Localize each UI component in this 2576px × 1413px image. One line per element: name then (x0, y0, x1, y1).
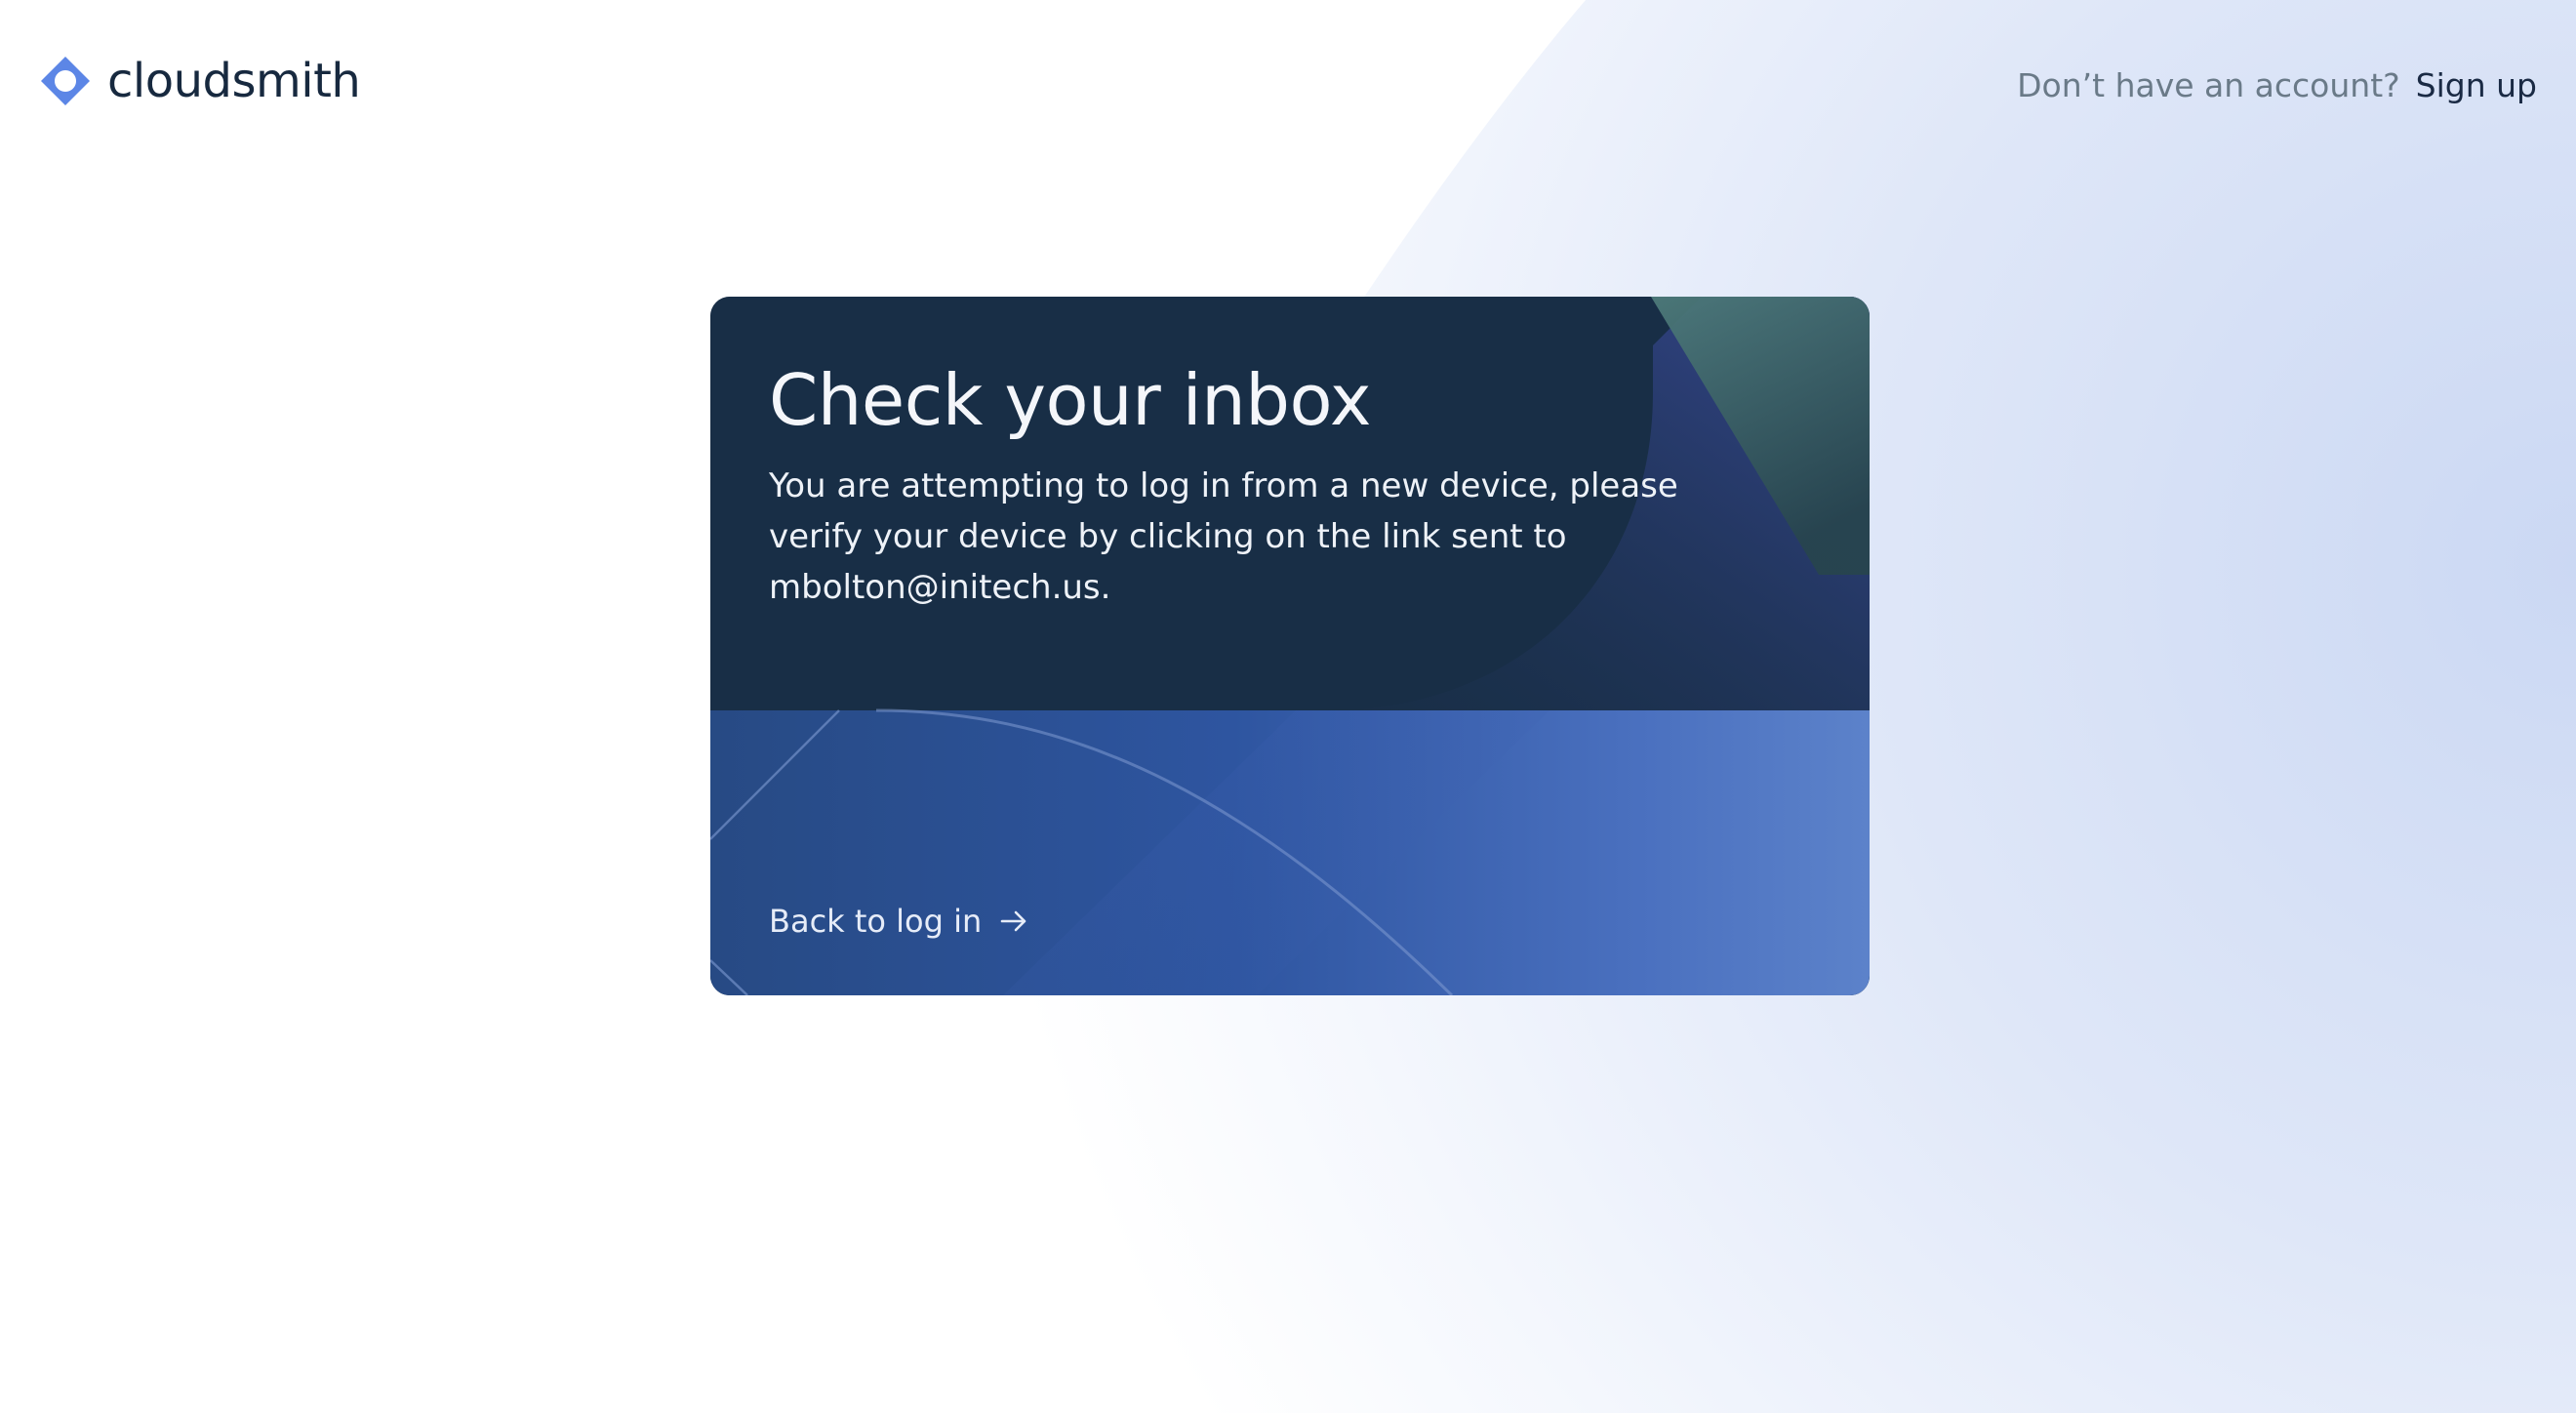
brand-logo[interactable]: cloudsmith (39, 47, 361, 115)
brand-name: cloudsmith (107, 54, 361, 108)
signup-link[interactable]: Sign up (2416, 62, 2537, 109)
card-title: Check your inbox (769, 359, 1371, 441)
back-to-login-label: Back to log in (769, 903, 983, 940)
arrow-right-icon (1000, 910, 1026, 932)
top-header: cloudsmith Don’t have an account? Sign u… (0, 0, 2576, 166)
cloudsmith-logo-icon (41, 57, 90, 105)
card-body-text: You are attempting to log in from a new … (769, 466, 1678, 607)
signup-area: Don’t have an account? Sign up (2017, 62, 2537, 109)
back-to-login-link[interactable]: Back to log in (769, 892, 1030, 950)
check-inbox-card: Check your inbox You are attempting to l… (710, 297, 1870, 995)
signup-prompt: Don’t have an account? (2017, 66, 2400, 104)
